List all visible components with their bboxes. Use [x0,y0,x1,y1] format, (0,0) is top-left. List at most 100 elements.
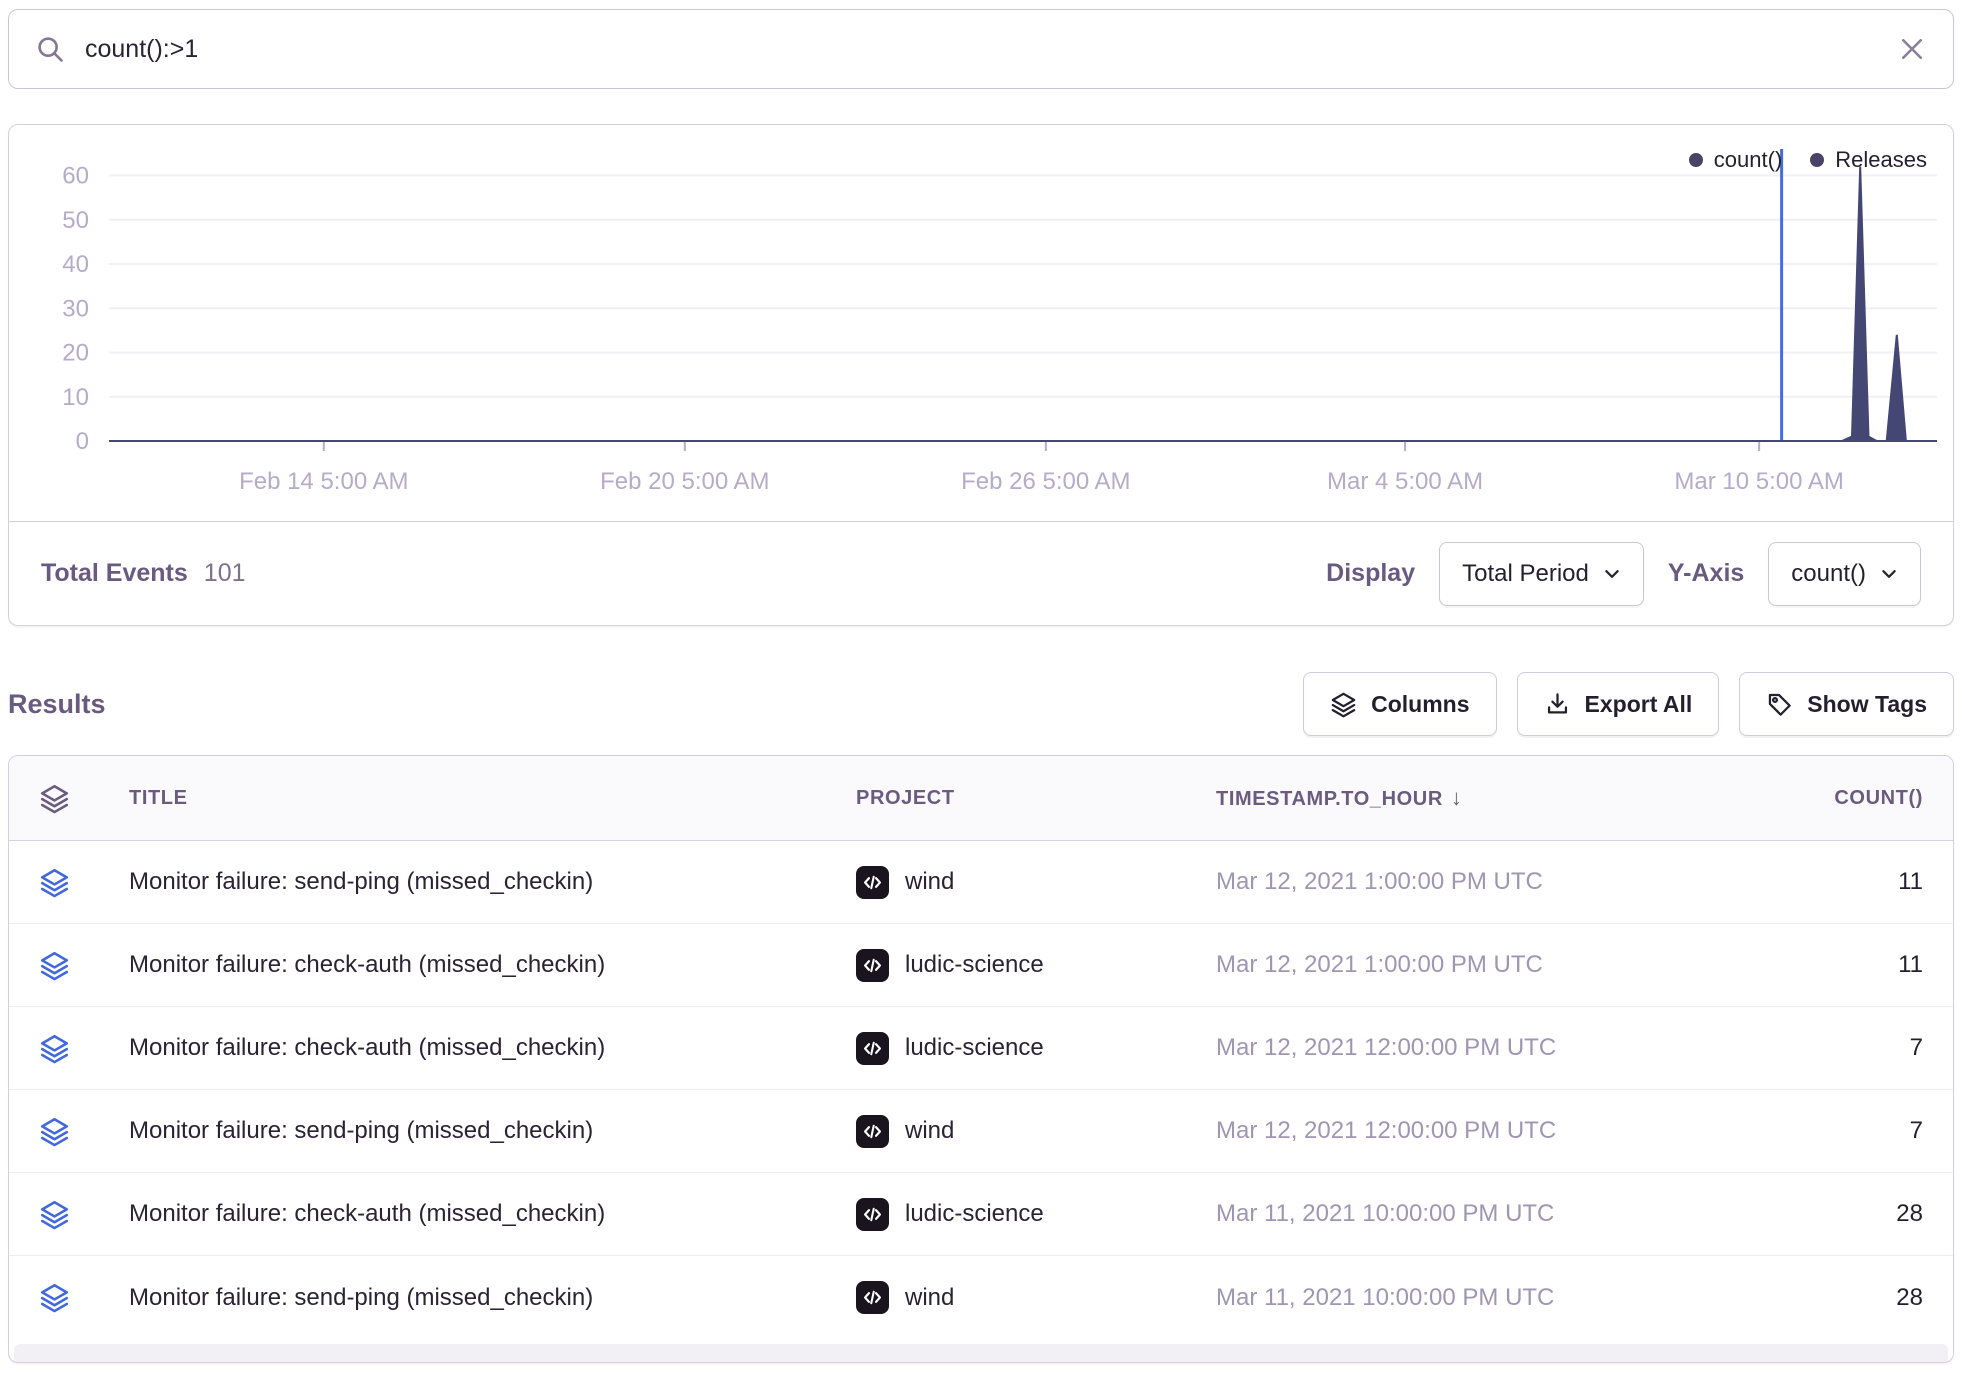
legend-item-count[interactable]: count() [1689,147,1782,173]
table-row[interactable]: Monitor failure: send-ping (missed_check… [9,1256,1953,1339]
project-cell[interactable]: ludic-science [856,949,1216,982]
row-select-cell[interactable] [39,867,129,898]
row-select-cell[interactable] [39,1116,129,1147]
project-name: wind [905,868,954,896]
timestamp-cell: Mar 12, 2021 1:00:00 PM UTC [1216,951,1702,979]
total-events-label: Total Events [41,559,188,588]
chart-legend: count() Releases [1689,147,1927,173]
code-platform-icon [856,1198,889,1231]
events-chart[interactable]: 0102030405060Feb 14 5:00 AMFeb 20 5:00 A… [9,141,1951,521]
layers-icon [39,1282,129,1313]
count-cell: 28 [1702,1284,1923,1312]
columns-button[interactable]: Columns [1303,672,1496,736]
project-cell[interactable]: wind [856,1115,1216,1148]
legend-item-releases[interactable]: Releases [1810,147,1927,173]
button-label: Export All [1585,691,1693,718]
display-label: Display [1326,559,1415,588]
search-input[interactable]: count():>1 [85,35,198,64]
display-dropdown-value: Total Period [1462,560,1589,588]
row-select-cell[interactable] [39,1033,129,1064]
event-title[interactable]: Monitor failure: check-auth (missed_chec… [129,1034,856,1062]
sort-desc-icon: ↓ [1451,785,1463,810]
column-header-project[interactable]: PROJECT [856,787,1216,810]
table-footer [14,1344,1948,1363]
svg-text:Feb 26 5:00 AM: Feb 26 5:00 AM [961,468,1130,495]
project-cell[interactable]: wind [856,1281,1216,1314]
timestamp-cell: Mar 11, 2021 10:00:00 PM UTC [1216,1200,1702,1228]
chevron-down-icon [1603,565,1621,583]
project-cell[interactable]: wind [856,866,1216,899]
discover-page: count():>1 count() Releases 010203040506… [0,0,1962,1374]
row-select-cell[interactable] [39,950,129,981]
tag-icon [1766,691,1793,718]
download-icon [1544,691,1571,718]
table-row[interactable]: Monitor failure: check-auth (missed_chec… [9,1007,1953,1090]
svg-text:10: 10 [62,384,89,411]
project-name: wind [905,1284,954,1312]
event-title[interactable]: Monitor failure: send-ping (missed_check… [129,868,856,896]
layers-icon [39,867,129,898]
table-header-row: TITLE PROJECT TIMESTAMP.TO_HOUR↓ COUNT() [9,756,1953,841]
code-platform-icon [856,1032,889,1065]
layers-icon [39,1199,129,1230]
button-label: Columns [1371,691,1469,718]
event-title[interactable]: Monitor failure: check-auth (missed_chec… [129,1200,856,1228]
svg-text:0: 0 [76,428,89,455]
event-title[interactable]: Monitor failure: check-auth (missed_chec… [129,951,856,979]
results-header: Results Columns Export All Show Tags [8,672,1954,736]
search-icon [35,34,65,64]
code-platform-icon [856,949,889,982]
export-all-button[interactable]: Export All [1517,672,1720,736]
row-select-cell[interactable] [39,1282,129,1313]
column-header-count[interactable]: COUNT() [1702,787,1923,810]
row-select-cell[interactable] [39,1199,129,1230]
show-tags-button[interactable]: Show Tags [1739,672,1954,736]
search-bar[interactable]: count():>1 [8,9,1954,89]
column-header-title[interactable]: TITLE [129,787,856,810]
code-platform-icon [856,866,889,899]
project-name: wind [905,1117,954,1145]
table-row[interactable]: Monitor failure: send-ping (missed_check… [9,1090,1953,1173]
svg-text:Feb 14 5:00 AM: Feb 14 5:00 AM [239,468,408,495]
yaxis-dropdown-value: count() [1791,560,1866,588]
svg-text:30: 30 [62,295,89,322]
layers-icon [1330,691,1357,718]
timestamp-cell: Mar 12, 2021 12:00:00 PM UTC [1216,1117,1702,1145]
project-name: ludic-science [905,951,1044,979]
table-row[interactable]: Monitor failure: check-auth (missed_chec… [9,924,1953,1007]
svg-text:60: 60 [62,163,89,190]
results-actions: Columns Export All Show Tags [1303,672,1954,736]
button-label: Show Tags [1807,691,1927,718]
results-heading: Results [8,689,106,720]
chevron-down-icon [1880,565,1898,583]
project-name: ludic-science [905,1034,1044,1062]
project-cell[interactable]: ludic-science [856,1198,1216,1231]
table-row[interactable]: Monitor failure: send-ping (missed_check… [9,841,1953,924]
column-header-timestamp[interactable]: TIMESTAMP.TO_HOUR↓ [1216,785,1702,811]
legend-label: Releases [1835,147,1927,173]
svg-text:40: 40 [62,251,89,278]
event-title[interactable]: Monitor failure: send-ping (missed_check… [129,1284,856,1312]
svg-text:Mar 10 5:00 AM: Mar 10 5:00 AM [1674,468,1843,495]
count-cell: 28 [1702,1200,1923,1228]
count-cell: 11 [1702,868,1923,896]
events-chart-panel: count() Releases 0102030405060Feb 14 5:0… [8,124,1954,626]
legend-dot-icon [1810,153,1824,167]
layers-icon [39,950,129,981]
table-row[interactable]: Monitor failure: check-auth (missed_chec… [9,1173,1953,1256]
layers-icon [39,1033,129,1064]
project-cell[interactable]: ludic-science [856,1032,1216,1065]
display-dropdown[interactable]: Total Period [1439,542,1644,606]
close-icon[interactable] [1897,34,1927,64]
code-platform-icon [856,1281,889,1314]
select-column-header[interactable] [39,783,129,814]
code-platform-icon [856,1115,889,1148]
count-cell: 7 [1702,1117,1923,1145]
layers-icon [39,783,129,814]
svg-text:20: 20 [62,340,89,367]
event-title[interactable]: Monitor failure: send-ping (missed_check… [129,1117,856,1145]
yaxis-dropdown[interactable]: count() [1768,542,1921,606]
project-name: ludic-science [905,1200,1044,1228]
count-cell: 11 [1702,951,1923,979]
timestamp-cell: Mar 11, 2021 10:00:00 PM UTC [1216,1284,1702,1312]
